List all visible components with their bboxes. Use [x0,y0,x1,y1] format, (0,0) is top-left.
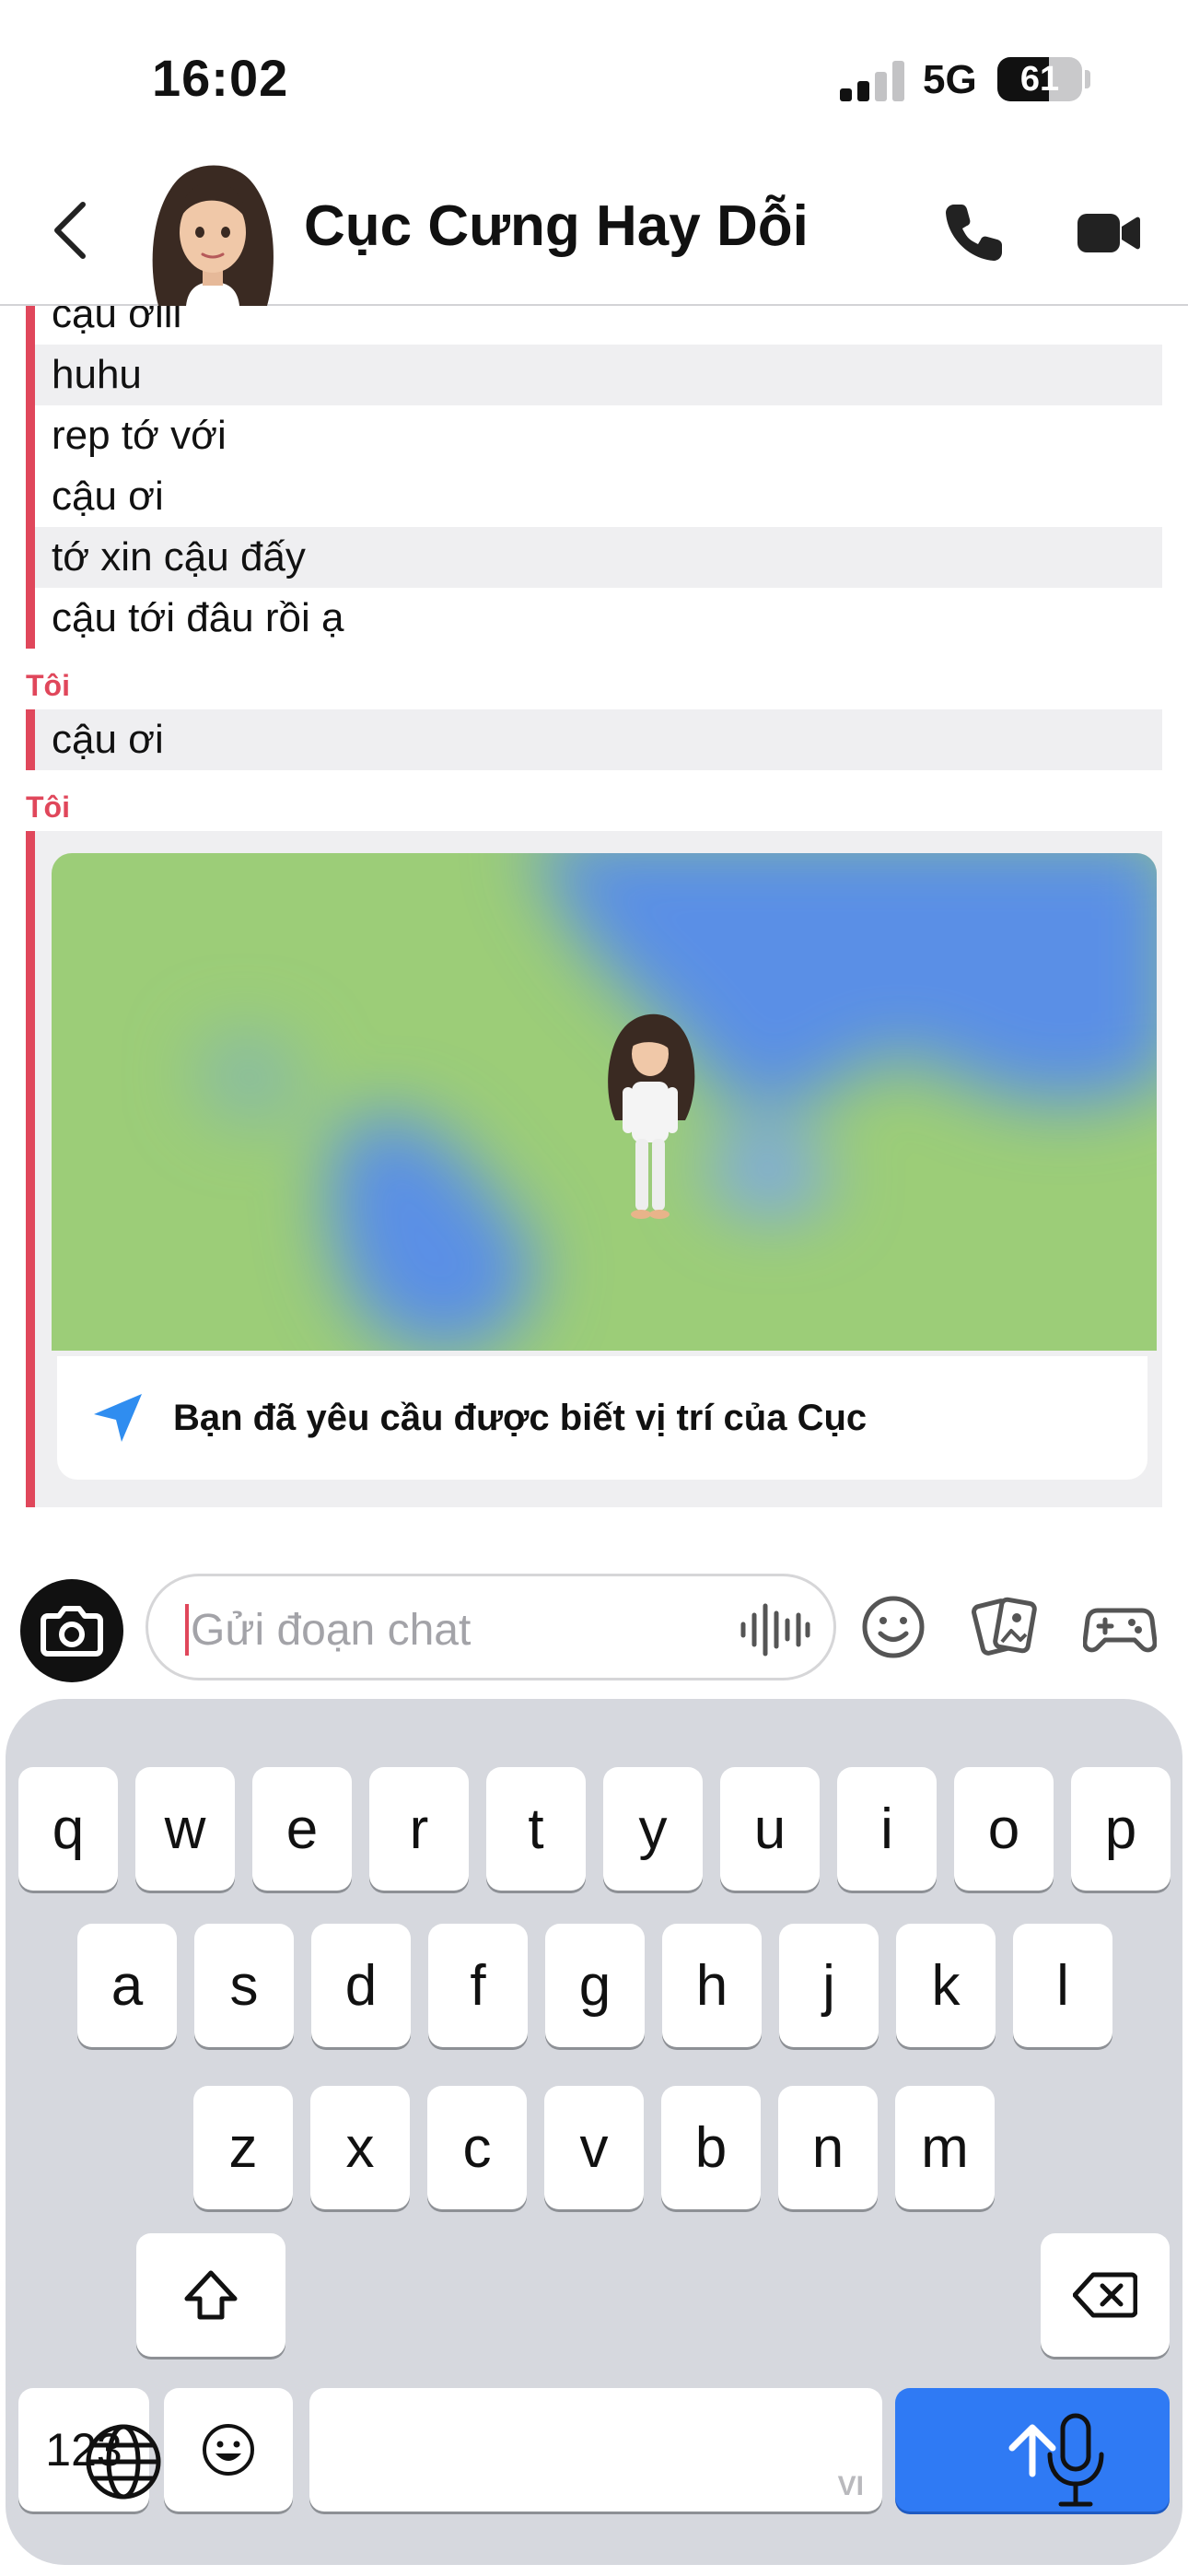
key-f[interactable]: f [428,1924,528,2047]
voice-call-button[interactable] [941,199,1007,265]
key-s[interactable]: s [194,1924,294,2047]
camera-button[interactable] [20,1579,123,1682]
photo-cards-icon [972,1597,1037,1656]
video-call-button[interactable] [1076,203,1142,262]
globe-key[interactable] [79,2418,168,2506]
contact-avatar[interactable] [140,155,285,306]
key-g[interactable]: g [545,1924,645,2047]
chevron-left-icon [54,202,86,259]
key-p[interactable]: p [1071,1767,1171,1891]
message-bubble[interactable]: huhu [35,345,1162,405]
status-time: 16:02 [152,49,289,107]
smiley-icon [862,1596,925,1658]
backspace-icon [1073,2272,1137,2318]
key-a[interactable]: a [77,1924,177,2047]
chat-input-bar [0,1551,1188,1699]
games-button[interactable] [1082,1590,1158,1664]
sender-label: Tôi [26,669,70,702]
location-request-footer[interactable]: Bạn đã yêu cầu được biết vị trí của Cục [57,1356,1147,1480]
key-i[interactable]: i [837,1767,937,1891]
location-arrow-icon [94,1394,142,1442]
contact-name[interactable]: Cục Cưng Hay Dỗi [304,193,809,259]
key-q[interactable]: q [18,1767,118,1891]
bitmoji-avatar-icon [152,165,274,306]
key-z[interactable]: z [193,2086,293,2209]
message-bubble[interactable]: cậu ơiii [35,306,1162,345]
key-j[interactable]: j [779,1924,879,2047]
status-bar: 16:02 5G 61 [0,0,1188,157]
key-l[interactable]: l [1013,1924,1112,2047]
key-x[interactable]: x [310,2086,410,2209]
emoji-button[interactable] [856,1590,930,1664]
signal-strength-icon [840,61,904,101]
globe-icon [86,2424,161,2500]
audio-waveform-icon [740,1603,810,1657]
dictation-key[interactable] [1039,2410,1112,2513]
emoji-smiley-icon [203,2424,254,2476]
battery-tip [1085,70,1090,88]
message-bubble[interactable]: cậu ơi [35,709,1162,770]
message-bubble[interactable]: rep tớ với [35,405,1162,466]
key-n[interactable]: n [778,2086,878,2209]
keyboard-panel: qwertyuiop asdfghjkl zxcvbnm 123 VI [6,1699,1182,2565]
shift-key[interactable] [136,2233,285,2357]
space-key[interactable]: VI [309,2388,882,2512]
chat-input[interactable] [191,1593,670,1667]
back-button[interactable] [44,193,103,267]
location-request-text: Bạn đã yêu cầu được biết vị trí của Cục [173,1397,868,1438]
key-r[interactable]: r [369,1767,469,1891]
memories-button[interactable] [969,1590,1042,1664]
key-v[interactable]: v [544,2086,644,2209]
key-c[interactable]: c [427,2086,527,2209]
key-h[interactable]: h [662,1924,762,2047]
message-bubble[interactable]: cậu ơi [35,466,1162,527]
video-camera-icon [1077,214,1140,252]
text-caret [185,1604,189,1656]
key-k[interactable]: k [896,1924,996,2047]
message-list[interactable]: cậu ơiii huhu rep tớ với cậu ơi tớ xin cậu đ… [0,306,1188,1551]
keyboard: qwertyuiop asdfghjkl zxcvbnm 123 VI [0,1699,1188,2576]
battery-icon: 61 [997,57,1082,101]
camera-icon [41,1606,103,1657]
message-bubble[interactable]: tớ xin cậu đấy [35,527,1162,588]
network-type: 5G [923,57,977,102]
key-b[interactable]: b [661,2086,761,2209]
key-t[interactable]: t [486,1767,586,1891]
location-map[interactable] [52,853,1157,1351]
location-share-card[interactable]: Bạn đã yêu cầu được biết vị trí của Cục [35,831,1162,1507]
key-m[interactable]: m [895,2086,995,2209]
battery-level: 61 [1019,60,1060,99]
key-e[interactable]: e [252,1767,352,1891]
send-key[interactable] [895,2388,1170,2512]
message-group-me: cậu ơi [26,709,1188,770]
message-bubble[interactable]: cậu tới đâu rồi ạ [35,588,1162,649]
chat-header: Cục Cưng Hay Dỗi [0,157,1188,306]
key-d[interactable]: d [311,1924,411,2047]
backspace-key[interactable] [1041,2233,1170,2357]
key-o[interactable]: o [954,1767,1054,1891]
phone-icon [946,205,1002,261]
shift-arrow-icon [184,2270,238,2320]
game-controller-icon [1082,1608,1158,1653]
microphone-icon [1047,2413,1104,2507]
key-w[interactable]: w [135,1767,235,1891]
chat-input-field[interactable] [146,1574,836,1680]
key-u[interactable]: u [720,1767,820,1891]
message-group-location: Bạn đã yêu cầu được biết vị trí của Cục [26,831,1188,1507]
emoji-key[interactable] [164,2388,293,2512]
key-y[interactable]: y [603,1767,703,1891]
message-group-contact: cậu ơiii huhu rep tớ với cậu ơi tớ xin cậu đ… [26,306,1188,649]
language-tag: VI [837,2471,864,2501]
sender-label: Tôi [26,790,70,824]
friend-bitmoji-icon[interactable] [586,1010,715,1231]
voice-note-button[interactable] [738,1602,811,1657]
